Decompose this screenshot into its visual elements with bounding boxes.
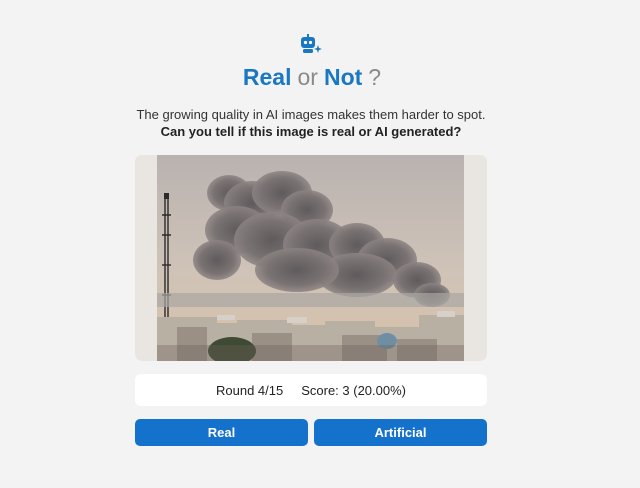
round-indicator: Round 4/15 (215, 382, 284, 398)
real-button[interactable]: Real (135, 419, 308, 446)
robot-sparkle-icon (301, 34, 322, 53)
title-question-mark: ? (368, 64, 382, 90)
description-text: The growing quality in AI images makes t… (136, 107, 486, 122)
title-word-or: or (297, 64, 318, 90)
artificial-button[interactable]: Artificial (314, 419, 487, 446)
page: Real or Not? The growing quality in AI ima… (0, 0, 640, 488)
score-indicator: Score: 3 (20.00%) (301, 382, 406, 398)
challenge-image (157, 155, 464, 361)
page-title: Real or Not? (0, 64, 624, 91)
title-word-not: Not (323, 64, 363, 90)
status-bar: Round 4/15 Score: 3 (20.00%) (135, 374, 487, 406)
question-text: Can you tell if this image is real or AI… (160, 124, 462, 139)
image-panel (135, 155, 487, 361)
title-word-real: Real (242, 64, 292, 90)
